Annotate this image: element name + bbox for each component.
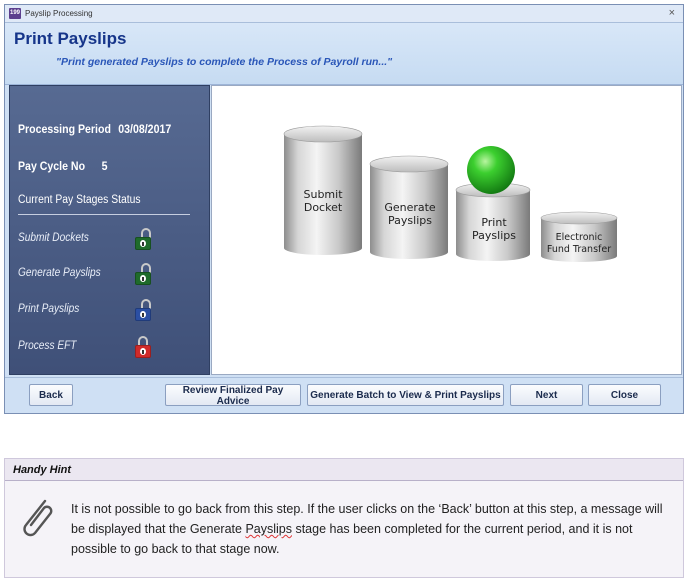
step-label: Submit [303, 188, 343, 201]
process-stage-diagram: Submit Docket Generate Payslips Print Pa… [283, 125, 618, 262]
stage-print-payslips: Print Payslips [18, 299, 203, 323]
processing-period-row: Processing Period 03/08/2017 [18, 124, 171, 136]
dialog-body: Processing Period 03/08/2017 Pay Cycle No… [5, 85, 683, 377]
step-label: Fund Transfer [547, 244, 611, 255]
pay-cycle-label: Pay Cycle No [18, 161, 86, 173]
page-subtitle: "Print generated Payslips to complete th… [56, 56, 393, 68]
current-stage-ball-icon [467, 146, 515, 194]
page-title: Print Payslips [14, 29, 127, 48]
app-icon: 199 [9, 8, 21, 19]
stage-generate-payslips: Generate Payslips [18, 263, 203, 287]
step-label: Payslips [472, 229, 516, 242]
processing-period-label: Processing Period [18, 124, 111, 136]
stage-label: Generate Payslips [18, 267, 101, 279]
step-submit-docket: Submit Docket [283, 125, 363, 255]
close-button[interactable]: Close [588, 384, 661, 406]
button-bar: Back Review Finalized Pay Advice Generat… [5, 377, 683, 413]
step-label: Generate [384, 201, 436, 214]
title-bar[interactable]: 199 Payslip Processing × [5, 5, 683, 23]
step-label: Electronic [556, 232, 603, 243]
review-pay-advice-button[interactable]: Review Finalized Pay Advice [165, 384, 301, 407]
hint-text: It is not possible to go back from this … [71, 502, 663, 556]
step-label: Print [481, 216, 507, 229]
stage-label: Print Payslips [18, 303, 80, 315]
page-header: Print Payslips "Print generated Payslips… [5, 23, 683, 85]
step-label: Payslips [388, 214, 432, 227]
padlock-locked-icon [135, 336, 151, 358]
back-button[interactable]: Back [29, 384, 73, 406]
step-label: Docket [304, 201, 343, 214]
divider [18, 214, 190, 215]
hint-heading: Handy Hint [5, 459, 683, 481]
process-diagram-panel: Submit Docket Generate Payslips Print Pa… [211, 85, 682, 375]
payslip-processing-window: 199 Payslip Processing × Print Payslips … [4, 4, 684, 414]
pay-cycle-value: 5 [101, 161, 108, 173]
status-panel: Processing Period 03/08/2017 Pay Cycle No… [9, 85, 210, 375]
hint-underlined-word: Payslips [245, 522, 292, 536]
processing-period-value: 03/08/2017 [118, 124, 172, 136]
window-title: Payslip Processing [25, 9, 93, 18]
generate-batch-button[interactable]: Generate Batch to View & Print Payslips [307, 384, 504, 406]
padlock-unlocked-icon [135, 299, 151, 321]
paperclip-icon [23, 499, 53, 537]
step-print-payslips: Print Payslips [455, 146, 531, 261]
stage-label: Submit Dockets [18, 232, 89, 244]
pay-cycle-row: Pay Cycle No 5 [18, 161, 107, 173]
step-electronic-fund-transfer: Electronic Fund Transfer [540, 211, 618, 262]
stage-label: Process EFT [18, 340, 77, 352]
stage-process-eft: Process EFT [18, 336, 203, 360]
handy-hint-box: Handy Hint It is not possible to go back… [4, 458, 684, 578]
stages-heading: Current Pay Stages Status [18, 194, 141, 206]
close-icon[interactable]: × [669, 7, 675, 19]
padlock-unlocked-icon [135, 228, 151, 250]
next-button[interactable]: Next [510, 384, 583, 406]
step-generate-payslips: Generate Payslips [369, 155, 449, 259]
padlock-unlocked-icon [135, 263, 151, 285]
stage-submit-dockets: Submit Dockets [18, 228, 203, 252]
